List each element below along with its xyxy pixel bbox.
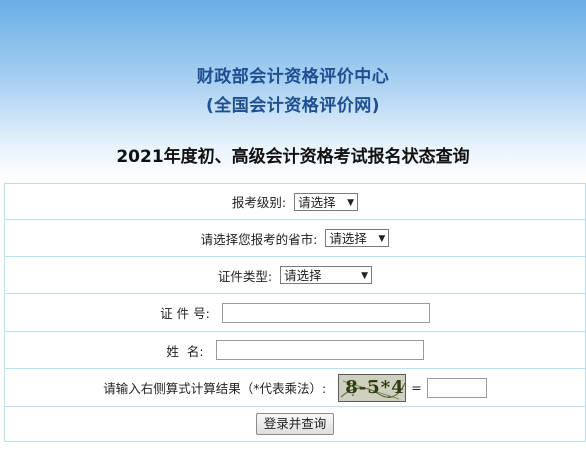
query-form: 报考级别: 请选择 ▼ 请选择您报考的省市: 请选择 ▼ 证件类型: 请选择 ▼… xyxy=(4,183,586,442)
form-row-level: 报考级别: 请选择 ▼ xyxy=(4,183,586,220)
captcha-answer-input[interactable] xyxy=(426,377,487,398)
chevron-down-icon: ▼ xyxy=(378,234,386,244)
chevron-down-icon: ▼ xyxy=(347,197,355,208)
form-row-captcha: 请输入右侧算式计算结果（*代表乘法）: 8-5*4 = xyxy=(4,368,586,407)
form-row-name: 姓 名: xyxy=(4,331,586,369)
captcha-label: 请输入右侧算式计算结果（*代表乘法）: xyxy=(103,381,327,396)
id-number-label: 证 件 号: xyxy=(160,306,210,321)
org-site-name: (全国会计资格评价网) xyxy=(205,96,381,116)
captcha-expression: 8-5*4 xyxy=(345,376,405,398)
form-row-province: 请选择您报考的省市: 请选择 ▼ xyxy=(4,219,586,257)
captcha-image[interactable]: 8-5*4 xyxy=(338,373,407,402)
name-input[interactable] xyxy=(215,340,424,360)
province-select[interactable]: 请选择 ▼ xyxy=(325,229,390,247)
page-title: 2021年度初、高级会计资格考试报名状态查询 xyxy=(116,147,470,167)
level-label: 报考级别: xyxy=(231,195,287,210)
id-number-input[interactable] xyxy=(221,302,430,323)
login-query-button[interactable]: 登录并查询 xyxy=(255,413,335,435)
id-type-label: 证件类型: xyxy=(217,268,273,284)
equals-sign: = xyxy=(411,380,422,395)
level-select-value: 请选择 xyxy=(298,194,336,210)
chevron-down-icon: ▼ xyxy=(361,271,369,281)
level-select[interactable]: 请选择 ▼ xyxy=(294,192,359,211)
page-header: 财政部会计资格评价中心 (全国会计资格评价网) 2021年度初、高级会计资格考试… xyxy=(0,0,586,180)
id-type-select[interactable]: 请选择 ▼ xyxy=(280,266,373,284)
province-label: 请选择您报考的省市: xyxy=(200,231,318,247)
form-row-id-type: 证件类型: 请选择 ▼ xyxy=(4,256,586,294)
org-name: 财政部会计资格评价中心 xyxy=(196,67,390,87)
form-row-id-number: 证 件 号: xyxy=(4,293,586,332)
province-select-value: 请选择 xyxy=(329,231,367,246)
form-row-submit: 登录并查询 xyxy=(4,406,586,442)
id-type-select-value: 请选择 xyxy=(284,268,322,283)
name-label: 姓 名: xyxy=(166,343,204,359)
